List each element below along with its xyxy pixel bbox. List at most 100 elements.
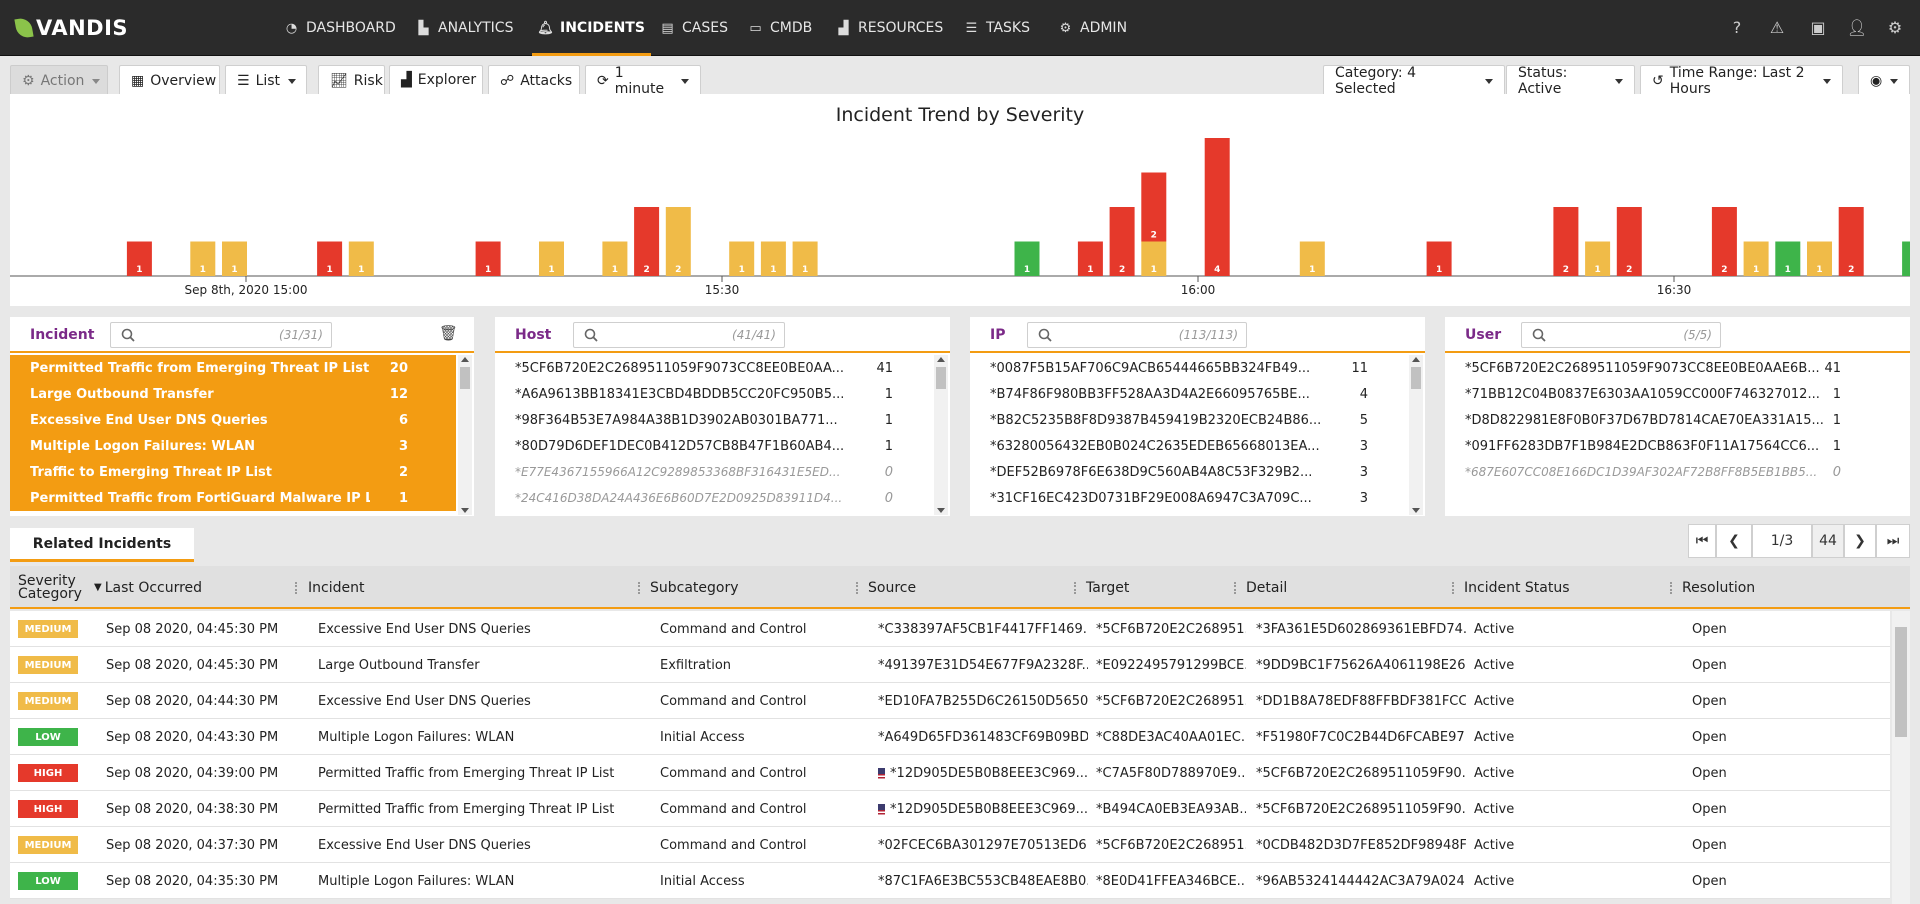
user-list-item[interactable]: *5CF6B720E2C2689511059F9073CC8EE0BE0AAE6… — [1445, 355, 1910, 381]
table-row[interactable]: HIGH Sep 08 2020, 04:38:30 PM Permitted Tr… — [10, 791, 1890, 827]
col-detail[interactable]: Detail — [1246, 566, 1287, 609]
settings-icon[interactable]: ⚙ — [1884, 16, 1906, 38]
column-resize-handle[interactable] — [638, 582, 640, 594]
next-page-button[interactable]: ❯ — [1844, 524, 1876, 558]
attacks-button[interactable]: ☍ Attacks — [488, 65, 580, 97]
scroll-thumb[interactable] — [1411, 367, 1421, 389]
cell-target: *8E0D41FFEA346BCE... — [1096, 873, 1246, 889]
user-list-item[interactable]: *091FF6283DB7F1B984E2DCB863F0F11A17564CC… — [1445, 433, 1910, 459]
host-list-item[interactable]: *A6A9613BB18341E3CBD4BDDB5CC20FC950B5...… — [495, 381, 932, 407]
column-resize-handle[interactable] — [856, 582, 858, 594]
table-row[interactable]: HIGH Sep 08 2020, 04:39:00 PM Permitted Tr… — [10, 755, 1890, 791]
action-dropdown[interactable]: ⚙ Action — [10, 65, 108, 97]
host-list-item[interactable]: *80D79D6DEF1DEC0B412D57CB8B47F1B60AB4...… — [495, 433, 932, 459]
column-resize-handle[interactable] — [1234, 582, 1236, 594]
host-list-item[interactable]: *E77E4367155966A12C9289853368BF316431E5E… — [495, 459, 932, 485]
list-dropdown[interactable]: ☰ List — [225, 65, 307, 97]
trash-icon[interactable]: 🗑︎ — [439, 324, 458, 342]
ip-list-item[interactable]: *B82C5235B8F8D9387B459419B2320ECB24B86..… — [970, 407, 1407, 433]
search-icon — [584, 328, 598, 342]
table-row[interactable]: MEDIUM Sep 08 2020, 04:45:30 PM Large Outb… — [10, 647, 1890, 683]
scroll-thumb[interactable] — [1895, 627, 1907, 737]
col-incident-status[interactable]: Incident Status — [1464, 566, 1570, 609]
table-scrollbar[interactable] — [1892, 611, 1910, 904]
incident-list-item[interactable]: Large Outbound Transfer 12 — [10, 381, 456, 407]
incident-list-item[interactable]: Excessive End User DNS Queries 6 — [10, 407, 456, 433]
table-row[interactable]: MEDIUM Sep 08 2020, 04:44:30 PM Excessive … — [10, 683, 1890, 719]
user-list-item[interactable]: *71BB12C04B0837E6303AA1059CC000F74632701… — [1445, 381, 1910, 407]
col-severity-category[interactable]: Severity Category — [18, 566, 88, 609]
incident-search-input[interactable]: (31/31) — [110, 322, 332, 348]
incident-list-item[interactable]: Permitted Traffic from FortiGuard Malwar… — [10, 485, 456, 511]
nav-cases[interactable]: ▤ CASES — [660, 0, 728, 56]
ip-scrollbar[interactable] — [1409, 355, 1423, 515]
refresh-interval-dropdown[interactable]: ⟳ 1 minute — [585, 65, 701, 97]
incident-list-item[interactable]: Traffic to Emerging Threat IP List 2 — [10, 459, 456, 485]
host-scrollbar[interactable] — [934, 355, 948, 515]
page-input[interactable]: 1/3 — [1752, 524, 1812, 558]
user-options-dropdown[interactable]: ◉ — [1858, 65, 1910, 97]
bar-value-label: 1 — [326, 265, 332, 275]
nav-incidents[interactable]: 🔔︎ INCIDENTS — [532, 0, 651, 56]
first-page-button[interactable]: ⏮ — [1688, 524, 1716, 558]
cell-res: Open — [1692, 693, 1727, 709]
table-row[interactable]: LOW Sep 08 2020, 04:43:30 PM Multiple Logo… — [10, 719, 1890, 755]
category-filter[interactable]: Category: 4 Selected — [1323, 65, 1505, 97]
bar-high[interactable] — [1204, 138, 1230, 276]
column-resize-handle[interactable] — [1452, 582, 1454, 594]
col-subcategory[interactable]: Subcategory — [650, 566, 739, 609]
column-resize-handle[interactable] — [295, 582, 297, 594]
overview-button[interactable]: ▦ Overview — [119, 65, 220, 97]
ip-list-item[interactable]: *B74F86F980BB3FF528AA3D4A2E66095765BE...… — [970, 381, 1407, 407]
ip-search-input[interactable]: (113/113) — [1027, 322, 1247, 348]
nav-resources[interactable]: ▟ RESOURCES — [836, 0, 944, 56]
host-list-item[interactable]: *98F364B53E7A984A38B1D3902AB0301BA771...… — [495, 407, 932, 433]
incident-scrollbar[interactable] — [458, 355, 472, 515]
ip-list-item[interactable]: *DEF52B6978F6E638D9C560AB4A8C53F329B2...… — [970, 459, 1407, 485]
table-row[interactable]: MEDIUM Sep 08 2020, 04:37:30 PM Excessive … — [10, 827, 1890, 863]
vandis-logo[interactable]: VANDIS — [14, 13, 128, 43]
host-search-input[interactable]: (41/41) — [573, 322, 785, 348]
col-last-occurred[interactable]: ▼ Last Occurred — [94, 566, 202, 609]
col-resolution[interactable]: Resolution — [1682, 566, 1755, 609]
explorer-button[interactable]: ▟ Explorer — [389, 65, 483, 97]
prev-page-button[interactable]: ❮ — [1716, 524, 1752, 558]
id-card-icon[interactable]: ▣ — [1807, 16, 1829, 38]
col-target[interactable]: Target — [1086, 566, 1129, 609]
warning-icon[interactable]: ⚠ — [1766, 16, 1788, 38]
column-resize-handle[interactable] — [1670, 582, 1672, 594]
ip-list-item[interactable]: *63280056432EB0B024C2635EDEB65668013EA..… — [970, 433, 1407, 459]
help-icon[interactable]: ? — [1726, 16, 1748, 38]
scroll-thumb[interactable] — [460, 367, 470, 389]
host-list-item[interactable]: *24C416D38DA24A436E6B60D7E2D0925D83911D4… — [495, 485, 932, 511]
nav-analytics[interactable]: ▙ ANALYTICS — [416, 0, 514, 56]
host-list-item[interactable]: *5CF6B720E2C2689511059F9073CC8EE0BE0AA..… — [495, 355, 932, 381]
nav-cmdb[interactable]: ▭ CMDB — [748, 0, 812, 56]
nav-admin[interactable]: ⚙ ADMIN — [1058, 0, 1127, 56]
nav-tasks[interactable]: ☰ TASKS — [964, 0, 1030, 56]
ip-list-item[interactable]: *31CF16EC423D0731BF29E008A6947C3A709C...… — [970, 485, 1407, 511]
time-range-filter[interactable]: ↺ Time Range: Last 2 Hours — [1640, 65, 1843, 97]
scroll-thumb[interactable] — [936, 367, 946, 389]
col-source[interactable]: Source — [868, 566, 916, 609]
incident-list-item[interactable]: Multiple Logon Failures: WLAN 3 — [10, 433, 456, 459]
last-page-button[interactable]: ⏭ — [1876, 524, 1910, 558]
bar-value-label: 2 — [675, 265, 681, 275]
cell-res: Open — [1692, 801, 1727, 817]
ip-list-item[interactable]: *0087F5B15AF706C9ACB65444665BB324FB49...… — [970, 355, 1407, 381]
column-resize-handle[interactable] — [1074, 582, 1076, 594]
risk-button[interactable]: 📈︎ Risk — [318, 65, 385, 97]
incident-list-item[interactable]: Permitted Traffic from Emerging Threat I… — [10, 355, 456, 381]
user-search-input[interactable]: (5/5) — [1521, 322, 1721, 348]
col-resolution-label: Resolution — [1682, 579, 1756, 596]
related-incidents-tab[interactable]: Related Incidents — [10, 528, 194, 562]
user-list-item[interactable]: *D8D822981E8F0B0F37D67BD7814CAE70EA331A1… — [1445, 407, 1910, 433]
status-filter[interactable]: Status: Active — [1506, 65, 1635, 97]
user-icon[interactable]: 👤︎ — [1846, 16, 1868, 38]
user-list-item[interactable]: *687E607CC08E166DC1D39AF302AF72B8FF8B5EB… — [1445, 459, 1910, 485]
col-incident[interactable]: Incident — [308, 566, 364, 609]
bar-low[interactable] — [1902, 241, 1910, 277]
table-row[interactable]: LOW Sep 08 2020, 04:35:30 PM Multiple Logo… — [10, 863, 1890, 899]
table-row[interactable]: MEDIUM Sep 08 2020, 04:45:30 PM Excessive … — [10, 611, 1890, 647]
nav-dashboard[interactable]: ◔ DASHBOARD — [284, 0, 396, 56]
